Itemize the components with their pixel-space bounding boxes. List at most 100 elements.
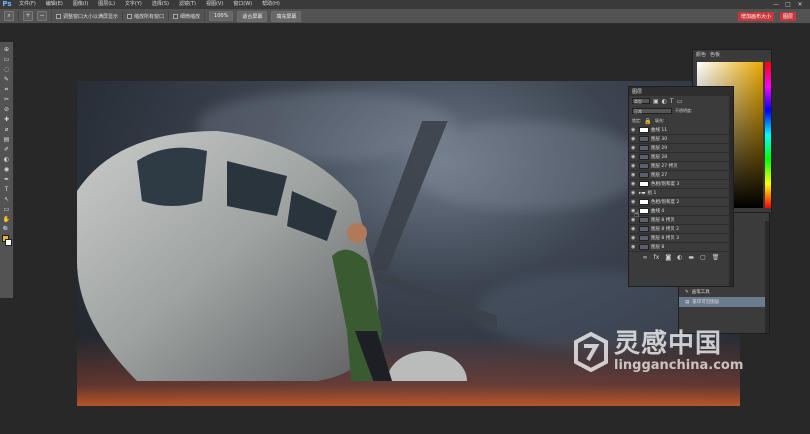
layers-scrollbar[interactable] xyxy=(729,95,733,286)
site-logo-icon xyxy=(574,331,608,372)
layer-kind-filter[interactable]: 类型 xyxy=(632,98,650,104)
opacity-label: 不透明度: xyxy=(675,108,693,113)
layer-row[interactable]: ◉ ▸▬ 组 1 xyxy=(629,189,733,198)
maximize-icon[interactable]: □ xyxy=(782,0,794,9)
blend-mode-select[interactable]: 正常 xyxy=(632,108,672,114)
lasso-tool-icon[interactable]: ◌ xyxy=(2,65,11,74)
layer-row[interactable]: ◉ 图层 29 xyxy=(629,144,733,153)
visibility-eye-icon[interactable]: ◉ xyxy=(631,136,637,142)
eraser-tool-icon[interactable]: ✐ xyxy=(2,145,11,154)
visibility-eye-icon[interactable]: ◉ xyxy=(631,127,637,133)
hand-tool-icon[interactable]: ✋ xyxy=(2,215,11,224)
menu-window[interactable]: 窗口(W) xyxy=(228,0,257,9)
layer-row[interactable]: ◉ 图层 8 拷贝 3 xyxy=(629,234,733,243)
fx-icon[interactable]: fx xyxy=(654,254,660,261)
menu-file[interactable]: 文件(F) xyxy=(14,0,41,9)
caption-tag-1: 增加画布大小 xyxy=(737,12,774,21)
link-icon[interactable]: ∞ xyxy=(643,254,648,261)
layer-row[interactable]: ◉ 图层 30 xyxy=(629,135,733,144)
history-item[interactable]: ✎画笔工具 xyxy=(679,287,769,297)
layers-tabbar: 图层 xyxy=(629,87,733,96)
scrubby-zoom-checkbox[interactable]: 细微缩放 xyxy=(173,13,200,20)
menu-type[interactable]: 文字(Y) xyxy=(120,0,147,9)
zoom-all-label: 缩放所有窗口 xyxy=(134,13,165,20)
history-item-label: 画笔工具 xyxy=(691,290,710,295)
filter-pixel-icon[interactable]: ▣ xyxy=(653,98,659,105)
group-folder-icon[interactable]: ▸▬ xyxy=(639,191,646,196)
menu-edit[interactable]: 编辑(E) xyxy=(41,0,68,9)
layer-row[interactable]: ◉ 图层 28 xyxy=(629,153,733,162)
adjustment-icon[interactable]: ◐ xyxy=(677,254,682,261)
zoom-100-button[interactable]: 100% xyxy=(209,11,234,21)
layer-name: 图层 8 xyxy=(651,245,665,250)
visibility-eye-icon[interactable]: ◉ xyxy=(631,244,637,250)
visibility-eye-icon[interactable]: ◉ xyxy=(631,163,637,169)
fill-screen-button[interactable]: 填充屏幕 xyxy=(271,10,302,22)
type-tool-icon[interactable]: T xyxy=(2,185,11,194)
layer-row[interactable]: ◉ 曲线 11 xyxy=(629,126,733,135)
visibility-eye-icon[interactable]: ◉ xyxy=(631,181,637,187)
layer-row[interactable]: ◉ 图层 8 xyxy=(629,243,733,252)
menu-filter[interactable]: 滤镜(T) xyxy=(174,0,201,9)
close-icon[interactable]: ✕ xyxy=(794,0,806,9)
layer-name: 图层 8 拷贝 3 xyxy=(651,236,680,241)
crop-tool-icon[interactable]: ⌗ xyxy=(2,85,11,94)
zoom-tool-icon[interactable]: 🔍 xyxy=(2,225,11,234)
layer-row[interactable]: ◉ 曲线 4 xyxy=(629,207,733,216)
zoom-all-checkbox[interactable]: 缩放所有窗口 xyxy=(127,13,164,20)
layer-row[interactable]: ◉ 图层 8 拷贝 xyxy=(629,216,733,225)
zoom-tool-icon[interactable]: ⌕ xyxy=(4,11,14,21)
menu-layer[interactable]: 图层(L) xyxy=(93,0,120,9)
shape-tool-icon[interactable]: ▭ xyxy=(2,205,11,214)
mask-icon[interactable]: ◙ xyxy=(665,254,671,261)
visibility-eye-icon[interactable]: ◉ xyxy=(631,226,637,232)
new-layer-icon[interactable]: ▢ xyxy=(700,254,706,261)
healing-tool-icon[interactable]: ⊘ xyxy=(2,105,11,114)
tab-layers[interactable]: 图层 xyxy=(632,88,642,95)
visibility-eye-icon[interactable]: ◉ xyxy=(631,154,637,160)
trash-icon[interactable]: 🗑 xyxy=(712,254,720,261)
tab-color[interactable]: 颜色 xyxy=(696,51,706,58)
history-brush-tool-icon[interactable]: ▤ xyxy=(2,135,11,144)
zoom-out-icon[interactable]: − xyxy=(37,11,47,21)
lock-icon[interactable]: 🔒 xyxy=(644,118,651,125)
visibility-eye-icon[interactable]: ◉ xyxy=(631,172,637,178)
quick-select-tool-icon[interactable]: ✎ xyxy=(2,75,11,84)
brush-tool-icon[interactable]: ✚ xyxy=(2,115,11,124)
layer-row[interactable]: ◉ 图层 27 xyxy=(629,171,733,180)
filter-adjust-icon[interactable]: ◐ xyxy=(662,98,667,105)
path-select-tool-icon[interactable]: ↖ xyxy=(2,195,11,204)
resize-windows-checkbox[interactable]: 调整窗口大小以满屏显示 xyxy=(56,13,118,20)
visibility-eye-icon[interactable]: ◉ xyxy=(631,145,637,151)
filter-shape-icon[interactable]: ▭ xyxy=(677,98,683,105)
gradient-tool-icon[interactable]: ◐ xyxy=(2,155,11,164)
folder-icon[interactable]: ▬ xyxy=(688,254,694,261)
menu-image[interactable]: 图像(I) xyxy=(68,0,93,9)
menu-view[interactable]: 视图(V) xyxy=(201,0,228,9)
visibility-eye-icon[interactable]: ◉ xyxy=(631,235,637,241)
stamp-tool-icon[interactable]: ⌀ xyxy=(2,125,11,134)
history-scrollbar[interactable] xyxy=(765,221,769,333)
visibility-eye-icon[interactable]: ◉ xyxy=(631,190,637,196)
visibility-eye-icon[interactable]: ◉ xyxy=(631,199,637,205)
history-item-selected[interactable]: ▤ 盖印可见图层 xyxy=(679,297,769,307)
tab-swatches[interactable]: 色板 xyxy=(710,51,720,58)
layer-row[interactable]: ◉ 色相/饱和度 2 xyxy=(629,198,733,207)
layer-row[interactable]: ◉ 图层 27 拷贝 xyxy=(629,162,733,171)
layer-row[interactable]: ◉ 图层 8 拷贝 2 xyxy=(629,225,733,234)
minimize-icon[interactable]: — xyxy=(770,0,782,9)
dodge-tool-icon[interactable]: ◉ xyxy=(2,165,11,174)
fit-screen-button[interactable]: 适合屏幕 xyxy=(237,10,268,22)
layer-row[interactable]: ◉ 色相/饱和度 3 xyxy=(629,180,733,189)
background-color-swatch[interactable] xyxy=(4,239,12,246)
pen-tool-icon[interactable]: ✒ xyxy=(2,175,11,184)
menu-select[interactable]: 选择(S) xyxy=(147,0,174,9)
zoom-in-icon[interactable]: + xyxy=(23,11,33,21)
filter-type-icon[interactable]: T xyxy=(670,98,674,105)
tools-panel: ⊕ ▭ ◌ ✎ ⌗ ✂ ⊘ ✚ ⌀ ▤ ✐ ◐ ◉ ✒ T ↖ ▭ ✋ 🔍 xyxy=(0,42,14,298)
hue-slider[interactable] xyxy=(765,62,771,208)
eyedropper-tool-icon[interactable]: ✂ xyxy=(2,95,11,104)
marquee-tool-icon[interactable]: ▭ xyxy=(2,55,11,64)
menu-help[interactable]: 帮助(H) xyxy=(257,0,285,9)
move-tool-icon[interactable]: ⊕ xyxy=(2,45,11,54)
